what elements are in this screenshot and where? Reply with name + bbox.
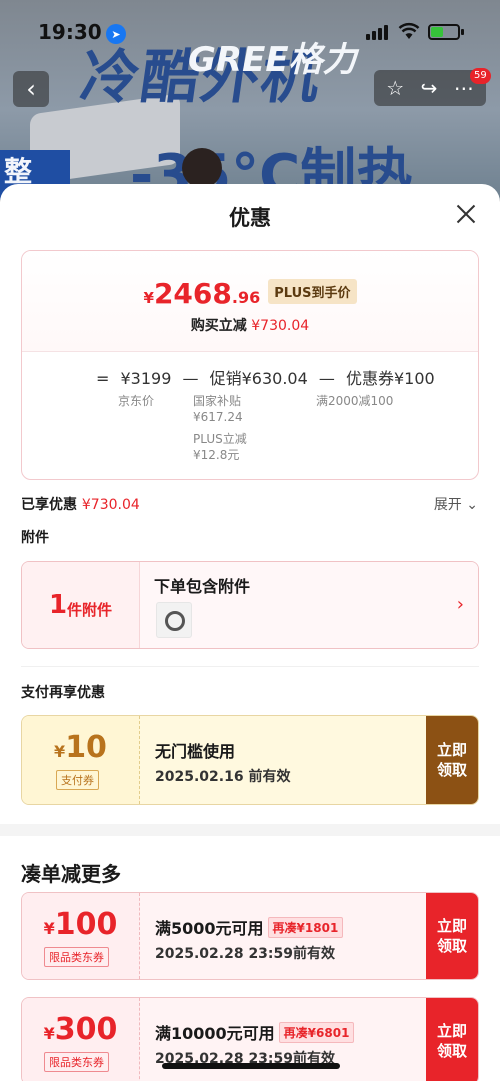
cellular-signal-icon [366, 24, 388, 40]
home-indicator [162, 1063, 340, 1069]
favorite-star-icon[interactable]: ☆ [386, 76, 404, 100]
currency-symbol: ¥ [143, 289, 154, 307]
share-icon[interactable]: ↪ [421, 76, 438, 100]
plus-discount-label: PLUS立减 [193, 432, 247, 446]
plus-discount-value: ¥12.8元 [193, 448, 240, 462]
subsidy-value: ¥617.24 [193, 410, 243, 424]
jd-price-label: 京东价 [118, 394, 155, 408]
pay-coupon-expiry: 2025.02.16 前有效 [155, 769, 291, 785]
spokesperson-image [182, 148, 222, 188]
price-decimal: .96 [231, 288, 261, 307]
accessory-title: 下单包含附件 [154, 577, 251, 596]
more-savings-title: 凑单减更多 [21, 862, 121, 886]
chevron-right-icon: › [456, 594, 464, 615]
notification-badge: 59 [470, 68, 491, 84]
final-price: ¥2468.96 PLUS到手价 [22, 277, 478, 310]
coupon-type-tag: 限品类东券 [44, 1052, 109, 1072]
accessory-count: 1 件附件 [22, 562, 140, 648]
formula-coupon: 优惠券¥100 [345, 369, 435, 388]
coupon-type-tag: 限品类东券 [44, 947, 109, 967]
saving-value: ¥730.04 [251, 318, 310, 334]
accessory-unit: 件附件 [67, 600, 113, 619]
coupon-card: ¥100 限品类东券 满5000元可用 再凑¥1801 2025.02.28 23… [21, 892, 479, 980]
coupon-condition: 满2000减100 [316, 394, 394, 408]
claim-coupon-button[interactable]: 立即 领取 [426, 998, 478, 1081]
add-more-tag: 再凑¥1801 [267, 917, 344, 938]
accessory-card[interactable]: 1 件附件 下单包含附件 › [21, 561, 479, 649]
accessory-number: 1 [48, 590, 68, 620]
coupon-condition: 满10000元可用 再凑¥6801 [155, 1020, 355, 1044]
enjoyed-value: ¥730.04 [81, 497, 140, 513]
status-bar: 19:30 ➤ [0, 0, 500, 64]
formula-equals: = [96, 369, 110, 388]
payment-coupon-card: ¥10 支付券 无门槛使用 2025.02.16 前有效 立即 领取 [21, 715, 479, 805]
price-breakdown-card: ¥2468.96 PLUS到手价 购买立减 ¥730.04 = ¥3199 — … [21, 250, 479, 480]
coupon-expiry: 2025.02.28 23:59前有效 [155, 946, 336, 962]
expand-button[interactable]: 展开 ⌄ [434, 494, 478, 514]
formula-promo: 促销¥630.04 [209, 369, 308, 388]
status-time: 19:30 [38, 20, 102, 44]
accessory-section-title: 附件 [21, 530, 49, 546]
coupon-amount: ¥100 [43, 907, 118, 942]
outdoor-unit-thumbnail [156, 602, 192, 638]
pay-coupon-tag: 支付券 [56, 770, 99, 790]
claim-coupon-button[interactable]: 立即 领取 [426, 893, 478, 979]
enjoyed-label: 已享优惠 [21, 497, 77, 513]
instant-saving: 购买立减 ¥730.04 [22, 315, 478, 335]
price-integer: 2468 [153, 277, 232, 310]
formula-minus: — [318, 369, 335, 388]
add-more-tag: 再凑¥6801 [278, 1022, 355, 1043]
battery-icon [428, 24, 464, 40]
plus-price-tag: PLUS到手价 [268, 279, 357, 304]
enjoyed-discount: 已享优惠 ¥730.04 [21, 494, 140, 514]
pay-coupon-amount: ¥10 [54, 730, 107, 765]
location-arrow-icon: ➤ [106, 24, 126, 44]
pay-coupon-title: 无门槛使用 [155, 742, 236, 761]
formula-minus: — [182, 369, 199, 388]
subsidy-label: 国家补贴 [193, 394, 242, 408]
back-button[interactable]: ‹ [13, 71, 49, 107]
saving-label: 购买立减 [190, 318, 247, 334]
claim-pay-coupon-button[interactable]: 立即 领取 [426, 716, 478, 804]
formula-jd-price: ¥3199 [120, 369, 172, 388]
wifi-icon [398, 22, 420, 39]
close-icon[interactable] [454, 202, 478, 226]
discount-sheet: 优惠 ¥2468.96 PLUS到手价 购买立减 ¥730.04 = ¥3199… [0, 184, 500, 1081]
pay-section-title: 支付再享优惠 [21, 685, 105, 701]
sheet-title: 优惠 [229, 206, 271, 230]
coupon-condition: 满5000元可用 再凑¥1801 [155, 915, 344, 939]
price-formula: = ¥3199 — 促销¥630.04 — 优惠券¥100 [96, 365, 441, 389]
coupon-amount: ¥300 [43, 1012, 118, 1047]
